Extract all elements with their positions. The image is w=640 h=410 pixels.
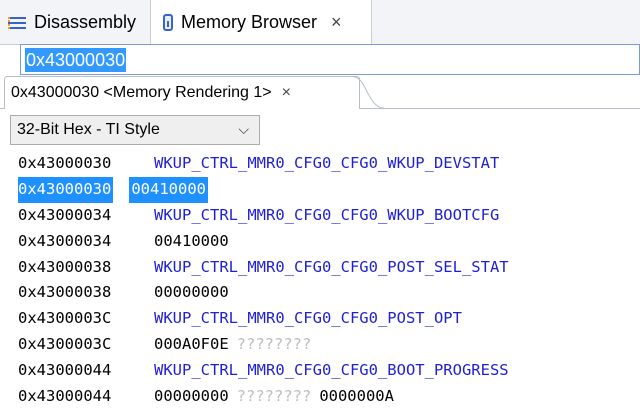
row-address: 0x43000038 [18,283,112,302]
memory-value[interactable]: 00410000 [154,229,229,255]
memory-row[interactable]: 0x4300003C 000A0F0E???????? [18,332,640,358]
memory-row[interactable]: 0x43000034 WKUP_CTRL_MMR0_CFG0_CFG0_WKUP_… [18,203,640,229]
disassembly-icon [8,12,28,32]
register-name: WKUP_CTRL_MMR0_CFG0_CFG0_WKUP_BOOTCFG [154,205,500,224]
register-name: WKUP_CTRL_MMR0_CFG0_CFG0_POST_SEL_STAT [154,257,509,276]
row-address: 0x43000030 [18,154,112,172]
memory-row[interactable]: 0x43000044 00000000???????? 0000000A [18,384,640,410]
unknown-value[interactable]: ???????? [237,384,312,410]
memory-icon [163,14,173,31]
memory-value[interactable]: 00410000 [129,176,208,203]
row-address: 0x43000044 [18,361,112,380]
tab-memory-browser[interactable]: Memory Browser × [150,0,372,45]
unknown-value[interactable]: ???????? [237,332,312,358]
row-address: 0x43000030 [18,176,114,203]
tab-memory-rendering-label: 0x43000030 <Memory Rendering 1> [11,84,272,101]
close-icon[interactable]: × [331,12,342,33]
rendering-tab-bar: 0x43000030 <Memory Rendering 1> × [0,76,640,109]
register-name: WKUP_CTRL_MMR0_CFG0_CFG0_POST_OPT [154,309,462,328]
tab-edge-decoration [354,76,384,109]
tab-memory-rendering[interactable]: 0x43000030 <Memory Rendering 1> × [4,76,360,109]
row-address: 0x43000034 [18,231,112,250]
row-address: 0x4300003C [18,309,112,328]
memory-row[interactable]: 0x43000034 00410000 [18,229,640,255]
row-address: 0x43000044 [18,387,112,406]
address-input-value[interactable]: 0x43000030 [25,48,127,72]
tab-disassembly-label: Disassembly [34,11,137,32]
memory-row[interactable]: 0x43000030 00410000 [18,176,640,203]
register-name: WKUP_CTRL_MMR0_CFG0_CFG0_WKUP_DEVSTAT [154,154,500,172]
row-address: 0x43000038 [18,257,112,276]
tab-disassembly[interactable]: Disassembly [8,0,148,44]
memory-row[interactable]: 0x43000044 WKUP_CTRL_MMR0_CFG0_CFG0_BOOT_… [18,358,640,384]
view-tab-bar: Disassembly Memory Browser × [0,0,640,45]
tab-memory-browser-label: Memory Browser [181,12,318,32]
format-select[interactable]: 32-Bit Hex - TI Style ⌵ [10,115,260,145]
close-icon[interactable]: × [282,84,291,102]
row-address: 0x43000034 [18,205,112,224]
memory-value[interactable]: 00000000 [154,384,229,410]
memory-value[interactable]: 00000000 [154,280,229,306]
memory-row[interactable]: 0x43000038 WKUP_CTRL_MMR0_CFG0_CFG0_POST_… [18,255,640,281]
memory-row[interactable]: 0x4300003C WKUP_CTRL_MMR0_CFG0_CFG0_POST_… [18,306,640,332]
memory-rendering-list: 0x43000030 WKUP_CTRL_MMR0_CFG0_CFG0_WKUP_… [18,151,640,410]
memory-value[interactable]: 000A0F0E [154,332,229,358]
chevron-down-icon: ⌵ [238,121,249,137]
memory-row[interactable]: 0x43000038 00000000 [18,280,640,306]
memory-value[interactable]: 0000000A [319,384,394,410]
register-name: WKUP_CTRL_MMR0_CFG0_CFG0_BOOT_PROGRESS [154,361,509,380]
format-select-value: 32-Bit Hex - TI Style [17,121,160,138]
memory-row[interactable]: 0x43000030 WKUP_CTRL_MMR0_CFG0_CFG0_WKUP_… [18,151,640,177]
address-input[interactable]: 0x43000030 [20,44,640,75]
row-address: 0x4300003C [18,335,112,354]
